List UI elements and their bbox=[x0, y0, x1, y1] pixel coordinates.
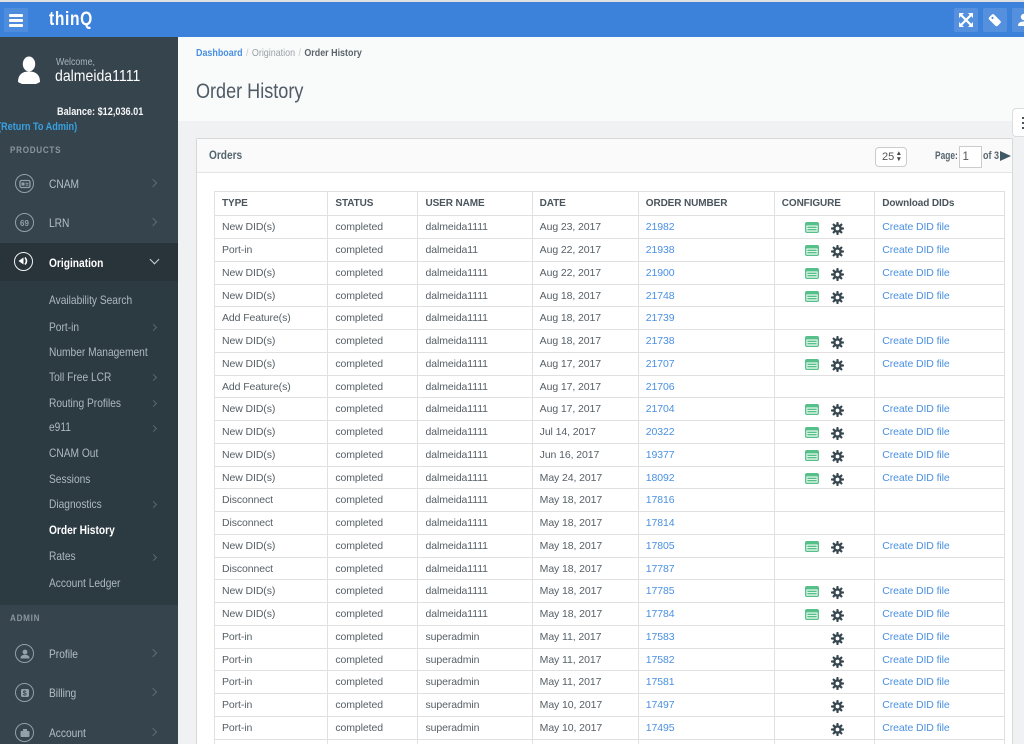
svg-text:69: 69 bbox=[20, 219, 29, 228]
svg-text:$: $ bbox=[22, 690, 26, 697]
